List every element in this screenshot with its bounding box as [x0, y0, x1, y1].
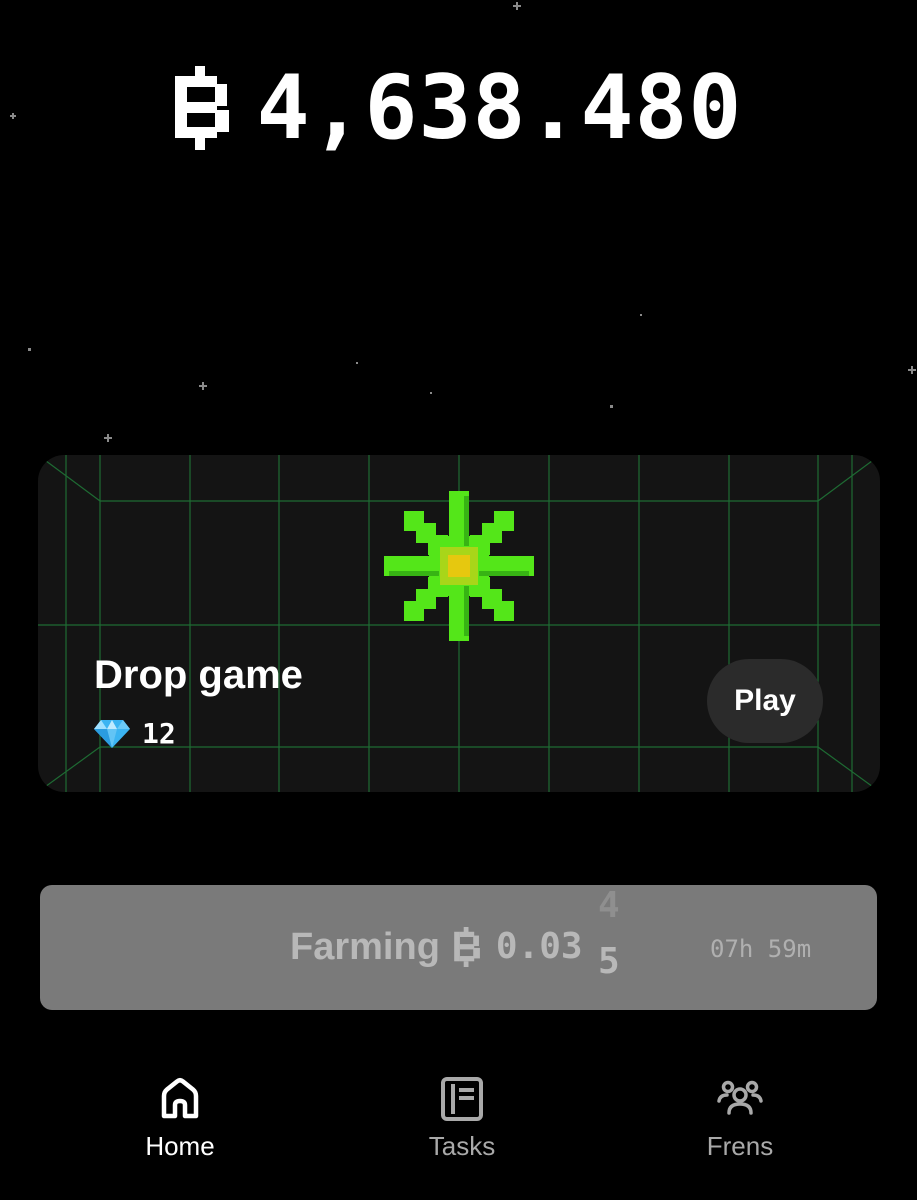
nav-item-home[interactable]: Home [100, 1075, 260, 1159]
farming-label: Farming [290, 926, 440, 968]
tasks-icon [441, 1077, 483, 1121]
nav-item-tasks[interactable]: Tasks [382, 1075, 542, 1159]
rolling-digit-next: 4 [598, 885, 620, 926]
drop-game-card[interactable]: Drop game 12 Play [38, 455, 880, 792]
nav-label-tasks: Tasks [428, 1131, 496, 1161]
blum-points-icon [454, 927, 480, 967]
rolling-digit-current: 5 [598, 941, 620, 982]
balance-header: 4,638.480 [0, 58, 917, 158]
farming-timer: 07h 59m [710, 935, 812, 963]
ticket-count: 12 [94, 717, 176, 750]
balance-amount: 4,638.480 [256, 56, 743, 159]
nav-label-home: Home [145, 1131, 215, 1161]
clover-icon [384, 491, 534, 641]
game-title: Drop game [94, 653, 303, 697]
home-icon [161, 1078, 199, 1119]
nav-item-frens[interactable]: Frens [660, 1075, 820, 1159]
nav-label-frens: Frens [706, 1131, 774, 1161]
farming-status: Farming 0.03 [290, 927, 583, 967]
bottom-nav: Home Tasks Frens [0, 1075, 917, 1200]
farming-button[interactable]: Farming 0.03 4 5 07h 59m [40, 885, 877, 1010]
diamond-icon [94, 719, 130, 748]
play-button[interactable]: Play [707, 659, 823, 743]
frens-icon [717, 1080, 763, 1115]
blum-points-icon [174, 66, 229, 150]
ticket-count-value: 12 [142, 717, 176, 750]
farming-amount: 0.03 [495, 926, 583, 967]
